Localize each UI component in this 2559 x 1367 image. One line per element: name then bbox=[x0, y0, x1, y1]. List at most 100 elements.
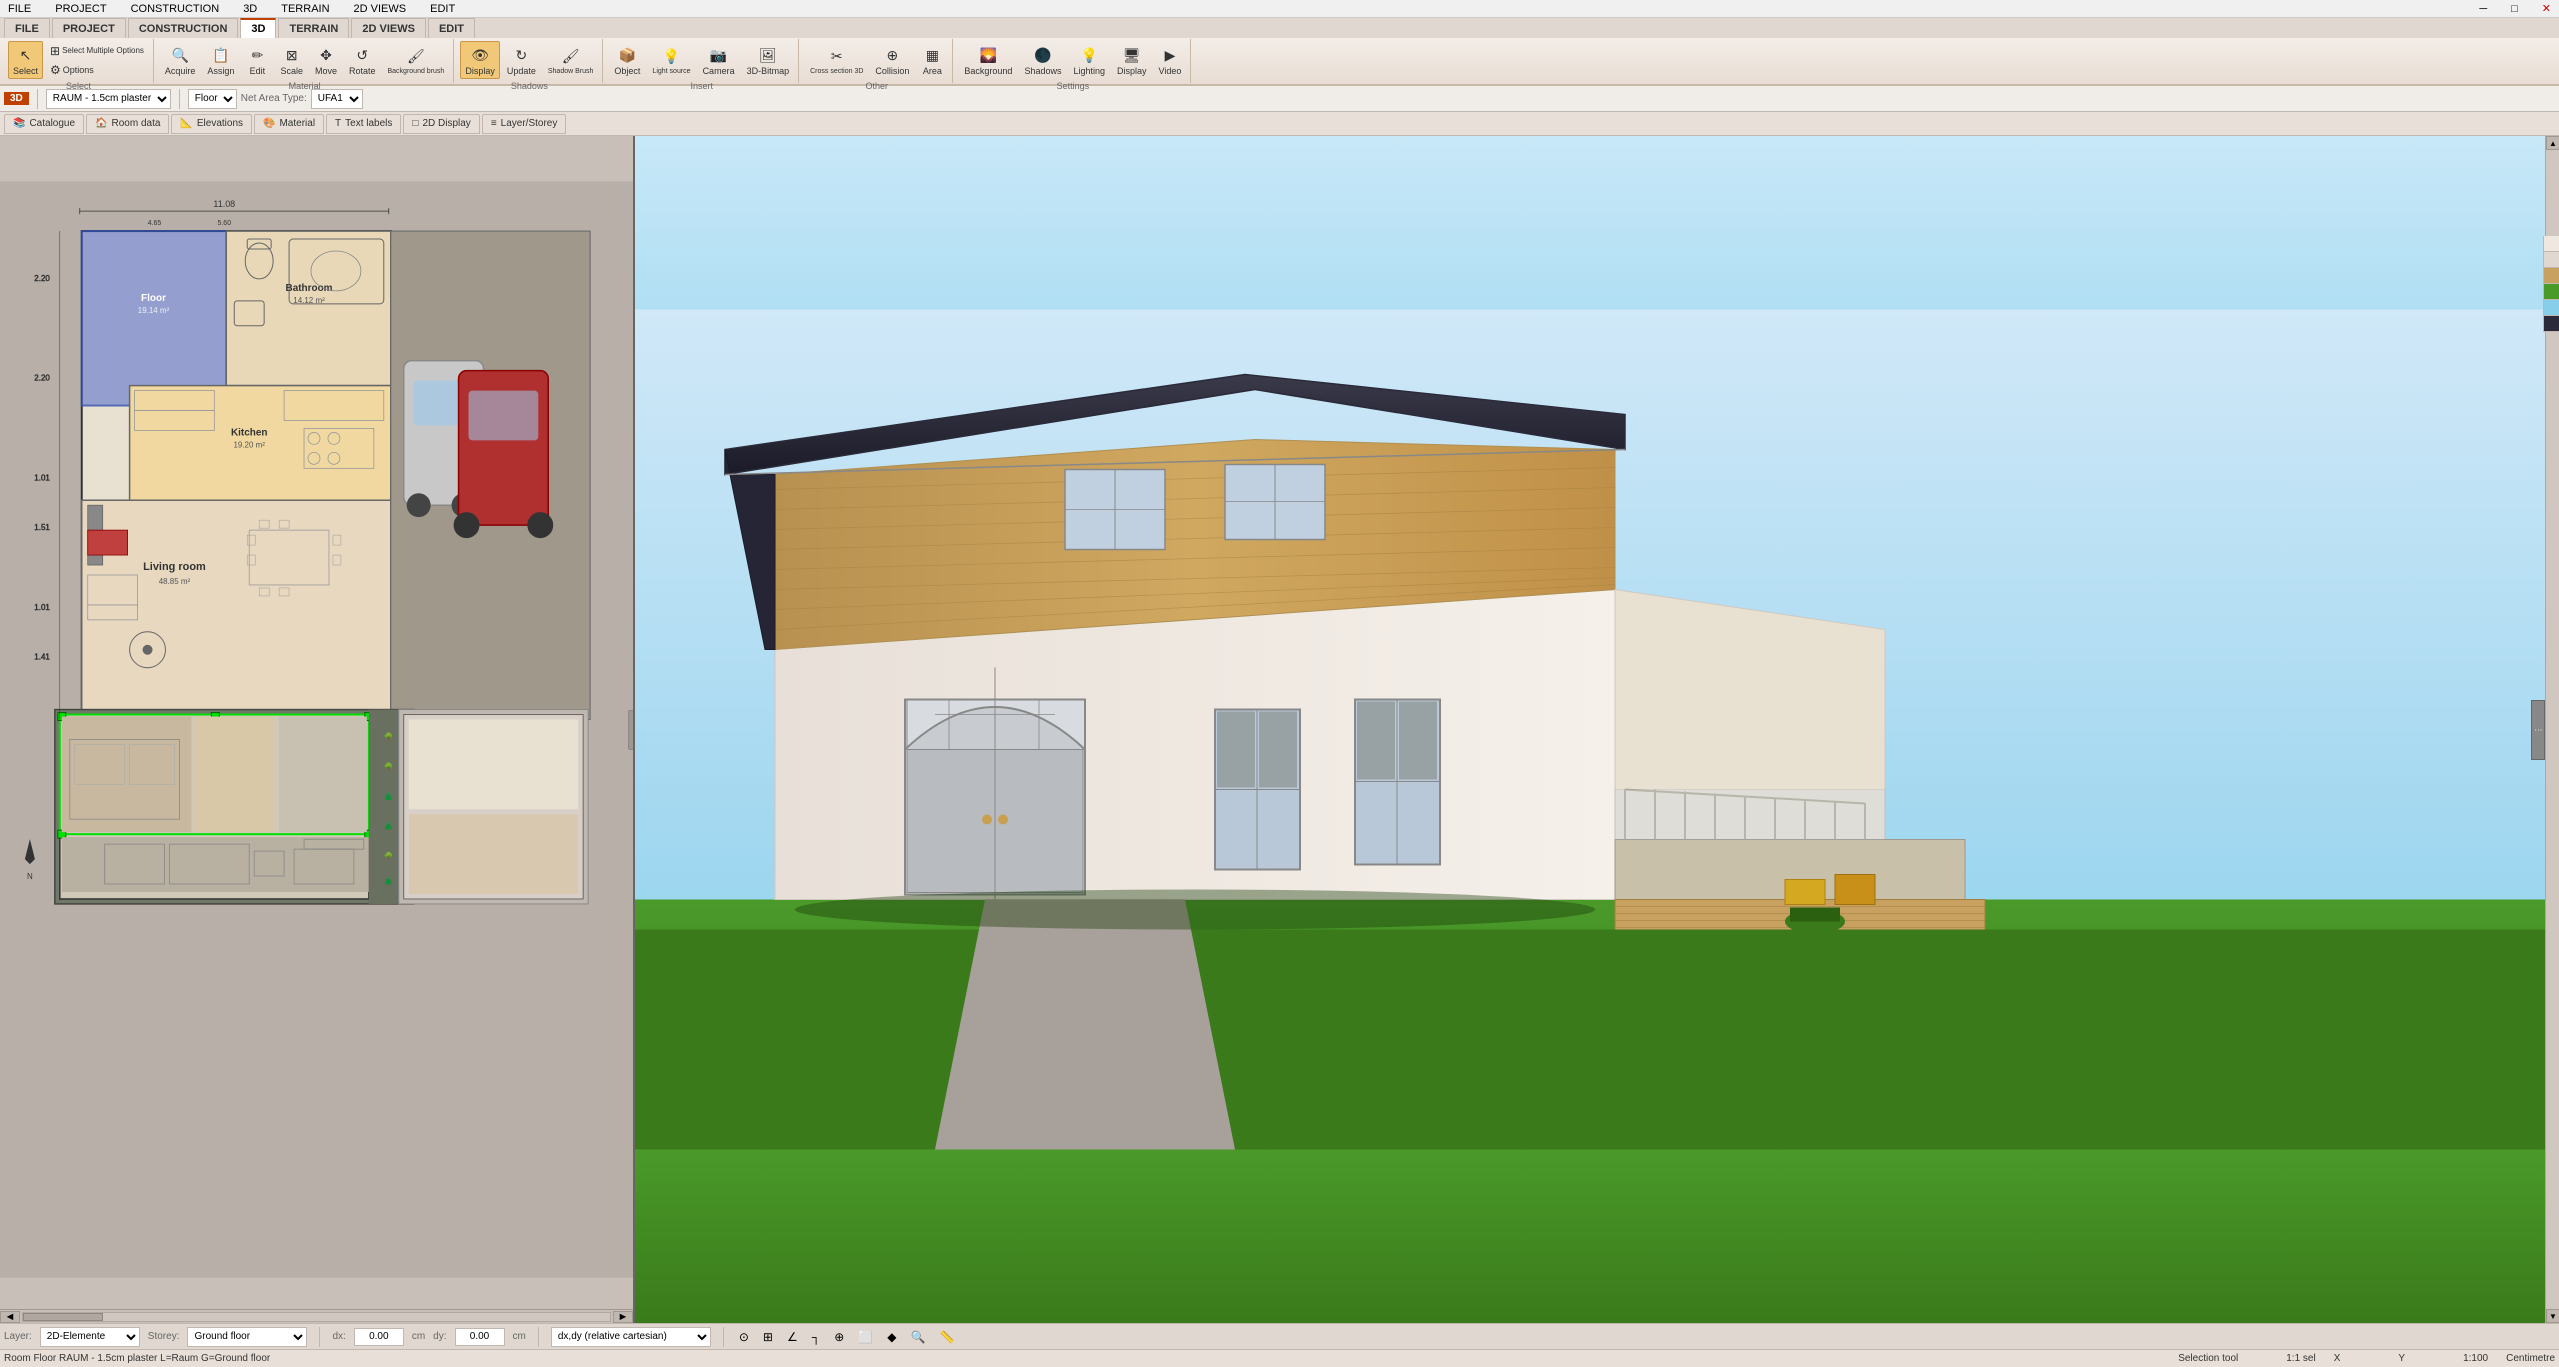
collision-button[interactable]: ⊕ Collision bbox=[870, 41, 914, 79]
light-source-icon: 💡 bbox=[660, 46, 682, 68]
measure-icon[interactable]: ⊕ bbox=[831, 1330, 847, 1344]
menu-terrain[interactable]: TERRAIN bbox=[277, 3, 333, 15]
menu-file[interactable]: FILE bbox=[4, 3, 35, 15]
window-maximize[interactable]: □ bbox=[2507, 3, 2522, 15]
window-close[interactable]: ✕ bbox=[2538, 2, 2555, 15]
update-label: Update bbox=[507, 66, 536, 76]
tab-construction[interactable]: CONSTRUCTION bbox=[128, 18, 239, 38]
select-button[interactable]: ↖ Select bbox=[8, 41, 43, 79]
tab-catalogue[interactable]: 📚 Catalogue bbox=[4, 114, 84, 134]
menu-project[interactable]: PROJECT bbox=[51, 3, 110, 15]
window-minimize[interactable]: ─ bbox=[2475, 3, 2491, 15]
material-buttons: 🔍 Acquire 📋 Assign ✏ Edit ⊠ Scale ✥ bbox=[160, 41, 449, 79]
lighting-button[interactable]: 💡 Lighting bbox=[1068, 41, 1110, 79]
tab-2d-display[interactable]: □ 2D Display bbox=[403, 114, 479, 134]
angle-snap-icon[interactable]: ∠ bbox=[784, 1330, 801, 1344]
dy-label: dy: bbox=[433, 1331, 446, 1342]
raum-select[interactable]: RAUM - 1.5cm plaster bbox=[46, 89, 171, 109]
tab-material[interactable]: 🎨 Material bbox=[254, 114, 324, 134]
tab-3d[interactable]: 3D bbox=[240, 18, 276, 38]
tab-room-data[interactable]: 🏠 Room data bbox=[86, 114, 169, 134]
3d-view-icon[interactable]: ◆ bbox=[884, 1330, 899, 1344]
net-area-label: Net Area Type: bbox=[241, 93, 307, 104]
snap-icon[interactable]: ⊙ bbox=[736, 1330, 752, 1344]
2d-display-label: 2D Display bbox=[422, 118, 470, 129]
move-button[interactable]: ✥ Move bbox=[310, 41, 342, 79]
scroll-thumb[interactable] bbox=[23, 1313, 103, 1321]
layer-select[interactable]: 2D-Elemente bbox=[40, 1327, 140, 1347]
palette-color-6[interactable] bbox=[2544, 316, 2559, 332]
move-icon: ✥ bbox=[315, 44, 337, 66]
menu-edit[interactable]: EDIT bbox=[426, 3, 459, 15]
menu-3d[interactable]: 3D bbox=[239, 3, 261, 15]
rotate-button[interactable]: ↺ Rotate bbox=[344, 41, 381, 79]
floor-select[interactable]: Floor bbox=[188, 89, 237, 109]
shadow-brush-button[interactable]: 🖌 Shadow Brush bbox=[543, 43, 599, 78]
scale-button[interactable]: ⊠ Scale bbox=[275, 41, 308, 79]
tab-text-labels[interactable]: T Text labels bbox=[326, 114, 401, 134]
right-scroll-down[interactable]: ▼ bbox=[2546, 1309, 2559, 1323]
background-settings-button[interactable]: 🌄 Background bbox=[959, 41, 1017, 79]
multiple-button[interactable]: ⊞ Select Multiple Options bbox=[45, 42, 149, 60]
left-scrollbar[interactable]: ◄ ► bbox=[0, 1309, 633, 1323]
properties-tab[interactable]: ⋮ bbox=[2531, 700, 2545, 760]
storey-select[interactable]: Ground floor bbox=[187, 1327, 307, 1347]
coord-mode-select[interactable]: dx,dy (relative cartesian) bbox=[551, 1327, 711, 1347]
ribbon-group-other: ✂ Cross section 3D ⊕ Collision ▦ Area Ot… bbox=[801, 39, 953, 83]
zoom-icon[interactable]: 🔍 bbox=[908, 1330, 929, 1344]
dy-input[interactable] bbox=[455, 1328, 505, 1346]
object-button[interactable]: 📦 Object bbox=[609, 41, 645, 79]
palette-color-4[interactable] bbox=[2544, 284, 2559, 300]
display-button[interactable]: 👁 Display bbox=[460, 41, 500, 79]
right-panel[interactable]: ▲ ▼ ⋮ bbox=[635, 136, 2559, 1323]
grid-icon[interactable]: ⊞ bbox=[760, 1330, 776, 1344]
acquire-button[interactable]: 🔍 Acquire bbox=[160, 41, 201, 79]
bg-brush-button[interactable]: 🖌 Background brush bbox=[383, 43, 450, 78]
update-button[interactable]: ↻ Update bbox=[502, 41, 541, 79]
camera-button[interactable]: 📷 Camera bbox=[698, 41, 740, 79]
light-source-button[interactable]: 💡 Light source bbox=[647, 43, 695, 78]
rotate-icon: ↺ bbox=[351, 44, 373, 66]
area-button[interactable]: ▦ Area bbox=[916, 41, 948, 79]
floor-plan-icon[interactable]: ⬜ bbox=[855, 1330, 876, 1344]
tab-edit[interactable]: EDIT bbox=[428, 18, 475, 38]
tab-project[interactable]: PROJECT bbox=[52, 18, 126, 38]
select-buttons: ↖ Select ⊞ Select Multiple Options ⚙ Opt… bbox=[8, 41, 149, 79]
display-settings-button[interactable]: 🖥 Display bbox=[1112, 41, 1152, 79]
ruler-icon[interactable]: 📏 bbox=[936, 1330, 957, 1344]
scroll-right-btn[interactable]: ► bbox=[613, 1311, 633, 1323]
dx-input[interactable] bbox=[354, 1328, 404, 1346]
scroll-track[interactable] bbox=[22, 1312, 611, 1322]
object-icon: 📦 bbox=[616, 44, 638, 66]
scroll-left-btn[interactable]: ◄ bbox=[0, 1311, 20, 1323]
3d-bitmap-button[interactable]: 🖼 3D-Bitmap bbox=[742, 41, 795, 79]
elevations-label: Elevations bbox=[197, 118, 243, 129]
multiple-label: Select Multiple Options bbox=[62, 46, 144, 55]
assign-button[interactable]: 📋 Assign bbox=[202, 41, 239, 79]
palette-color-2[interactable] bbox=[2544, 252, 2559, 268]
panel-splitter[interactable] bbox=[628, 710, 635, 750]
dy-unit: cm bbox=[513, 1331, 526, 1342]
cross-section-button[interactable]: ✂ Cross section 3D bbox=[805, 43, 868, 78]
tab-terrain[interactable]: TERRAIN bbox=[278, 18, 349, 38]
select-label: Select bbox=[13, 66, 38, 76]
ufa1-select[interactable]: UFA1 bbox=[311, 89, 363, 109]
tab-file[interactable]: FILE bbox=[4, 18, 50, 38]
palette-color-3[interactable] bbox=[2544, 268, 2559, 284]
left-panel[interactable]: 11.08 Floor 19.14 m² Bathroom 14.12 m² K… bbox=[0, 136, 635, 1323]
menu-2dviews[interactable]: 2D VIEWS bbox=[350, 3, 411, 15]
right-scroll-up[interactable]: ▲ bbox=[2546, 136, 2559, 150]
palette-color-1[interactable] bbox=[2544, 236, 2559, 252]
tab-2dviews[interactable]: 2D VIEWS bbox=[351, 18, 426, 38]
shadows-settings-button[interactable]: 🌑 Shadows bbox=[1019, 41, 1066, 79]
area-icon: ▦ bbox=[921, 44, 943, 66]
tab-layer-storey[interactable]: ≡ Layer/Storey bbox=[482, 114, 567, 134]
svg-text:Floor: Floor bbox=[141, 293, 166, 304]
palette-color-5[interactable] bbox=[2544, 300, 2559, 316]
options-button[interactable]: ⚙ Options bbox=[45, 61, 149, 79]
menu-construction[interactable]: CONSTRUCTION bbox=[127, 3, 224, 15]
edit-material-button[interactable]: ✏ Edit bbox=[241, 41, 273, 79]
video-button[interactable]: ▶ Video bbox=[1154, 41, 1187, 79]
tab-elevations[interactable]: 📐 Elevations bbox=[171, 114, 252, 134]
ortho-icon[interactable]: ┐ bbox=[809, 1330, 824, 1344]
